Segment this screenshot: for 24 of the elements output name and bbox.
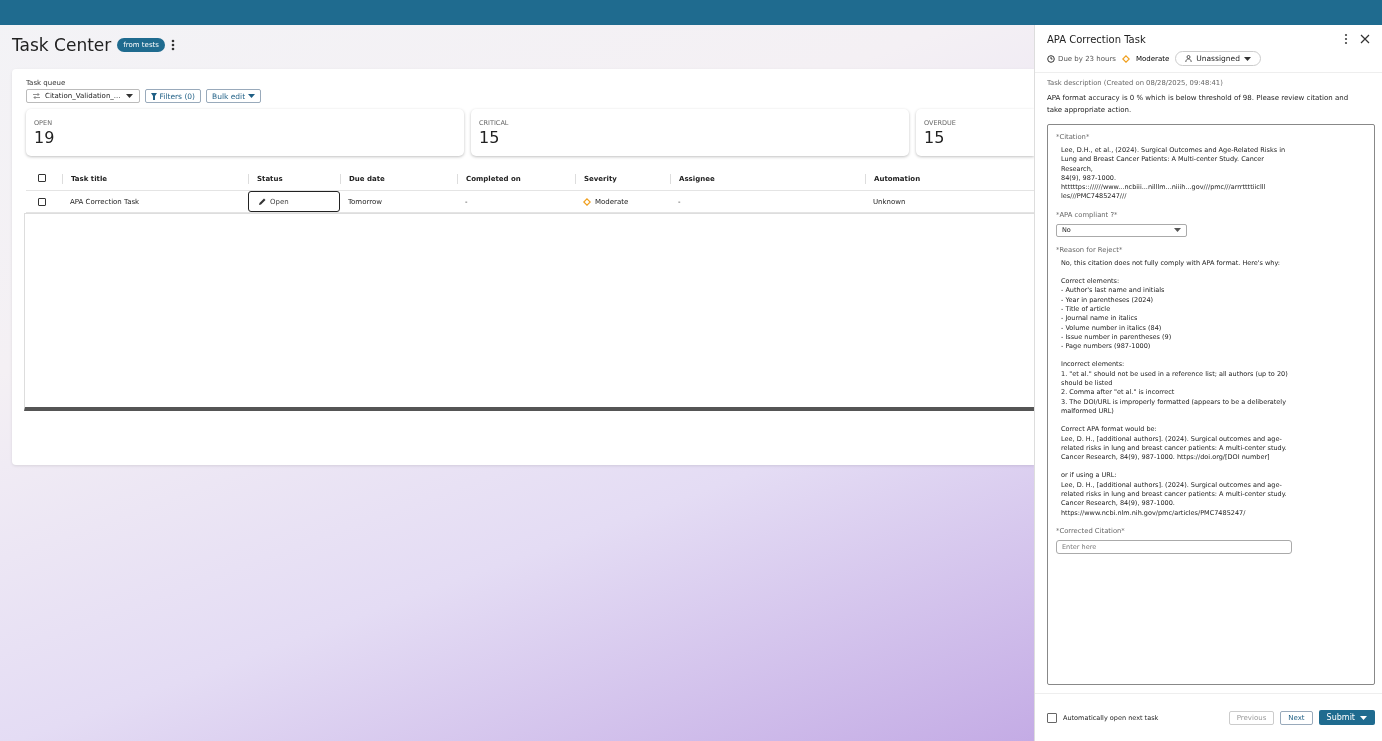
person-icon bbox=[1185, 55, 1193, 62]
pencil-icon bbox=[259, 198, 266, 205]
select-all-checkbox[interactable] bbox=[38, 173, 46, 182]
stat-value: 15 bbox=[479, 128, 501, 147]
caret-icon bbox=[1360, 715, 1367, 720]
submit-button[interactable]: Submit bbox=[1318, 710, 1375, 725]
caret-icon bbox=[125, 94, 133, 98]
stat-value: 15 bbox=[924, 128, 946, 147]
close-icon[interactable] bbox=[1360, 34, 1370, 44]
diamond-icon bbox=[1122, 54, 1130, 63]
row-checkbox[interactable] bbox=[38, 197, 46, 206]
more-icon[interactable] bbox=[1344, 33, 1348, 45]
caret-icon bbox=[1174, 228, 1181, 233]
panel-title: APA Correction Task bbox=[1047, 33, 1146, 45]
clock-icon bbox=[1047, 54, 1055, 63]
page-title: Task Center bbox=[12, 35, 112, 55]
diamond-icon bbox=[583, 197, 591, 206]
caret-icon bbox=[1243, 56, 1251, 61]
more-icon[interactable] bbox=[170, 39, 175, 51]
auto-open-checkbox[interactable] bbox=[1047, 712, 1057, 723]
stat-value: 19 bbox=[34, 128, 56, 147]
caret-icon bbox=[248, 94, 256, 98]
filter-icon bbox=[150, 92, 157, 100]
swap-icon bbox=[33, 93, 40, 99]
